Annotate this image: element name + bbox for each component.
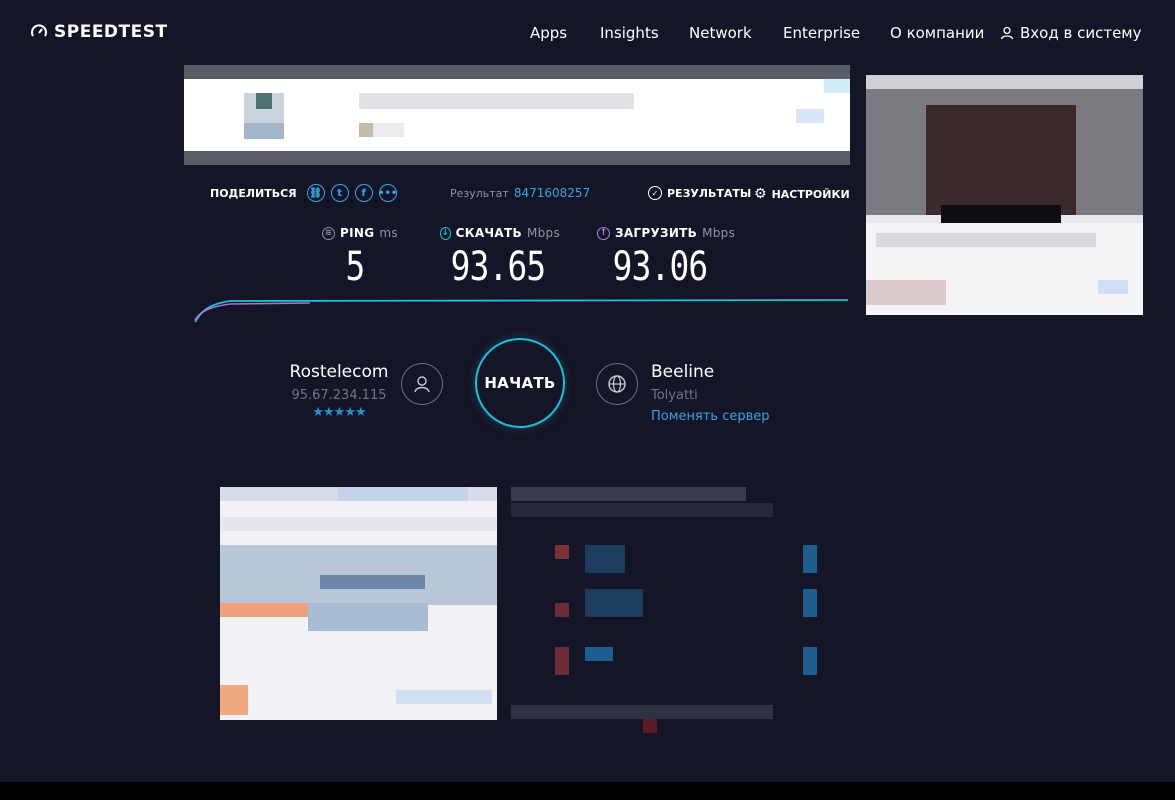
banner-ad-top[interactable] (184, 65, 850, 165)
globe-icon (596, 363, 638, 405)
speedometer-icon (31, 24, 47, 37)
settings-button[interactable]: ⚙ НАСТРОЙКИ (754, 186, 850, 202)
results-label: РЕЗУЛЬТАТЫ (667, 186, 752, 200)
user-icon (1000, 26, 1014, 40)
banner-ad-right[interactable] (866, 75, 1143, 315)
banner-ad-bottom-left[interactable] (220, 487, 497, 720)
ping-metric: ≋ PING ms 5 (322, 226, 402, 290)
speedtest-logo[interactable]: SPEEDTEST (30, 22, 168, 42)
change-server-link[interactable]: Поменять сервер (651, 409, 770, 424)
facebook-icon[interactable]: f (354, 184, 373, 202)
download-unit: Mbps (526, 226, 560, 240)
login-label: Вход в систему (1020, 24, 1142, 42)
share-bar: ПОДЕЛИТЬСЯ ⛓ t f ••• (210, 184, 397, 202)
provider-rating[interactable]: ★★★★★ (288, 405, 390, 420)
upload-arrow-icon: ↑ (597, 226, 610, 240)
nav-enterprise[interactable]: Enterprise (783, 24, 860, 42)
twitter-icon[interactable]: t (330, 184, 349, 202)
upload-unit: Mbps (702, 226, 736, 240)
upload-label: ЗАГРУЗИТЬ (615, 226, 698, 240)
more-icon[interactable]: ••• (378, 184, 397, 202)
nav-insights[interactable]: Insights (600, 24, 659, 42)
start-button[interactable]: НАЧАТЬ (475, 338, 565, 428)
download-metric: ↓ СКАЧАТЬ Mbps 93.65 (440, 226, 560, 290)
nav-network[interactable]: Network (689, 24, 752, 42)
upload-value: 93.06 (612, 244, 708, 290)
result-id: Результат 8471608257 (450, 186, 590, 200)
settings-label: НАСТРОЙКИ (771, 187, 850, 201)
download-value: 93.65 (450, 244, 546, 290)
banner-ad-bottom-right[interactable] (511, 487, 821, 735)
ping-label: PING (340, 226, 375, 240)
ping-value: 5 (345, 244, 366, 290)
provider-user-icon (401, 363, 443, 405)
gear-icon: ⚙ (754, 186, 767, 202)
results-button[interactable]: ✓ РЕЗУЛЬТАТЫ (648, 186, 751, 200)
logo-text: SPEEDTEST (54, 22, 168, 42)
result-label: Результат (450, 187, 509, 200)
provider-ip: 95.67.234.115 (291, 388, 387, 403)
speed-graph (194, 299, 849, 323)
server-name: Beeline (651, 362, 715, 382)
result-id-link[interactable]: 8471608257 (514, 186, 590, 200)
download-label: СКАЧАТЬ (455, 226, 522, 240)
upload-metric: ↑ ЗАГРУЗИТЬ Mbps 93.06 (597, 226, 737, 290)
login-link[interactable]: Вход в систему (1000, 24, 1142, 42)
download-arrow-icon: ↓ (440, 226, 451, 240)
ping-unit: ms (379, 226, 398, 240)
nav-apps[interactable]: Apps (530, 24, 567, 42)
link-icon[interactable]: ⛓ (306, 184, 325, 202)
provider-info: Rostelecom 95.67.234.115 ★★★★★ (288, 362, 390, 420)
share-label: ПОДЕЛИТЬСЯ (210, 186, 297, 200)
check-icon: ✓ (648, 186, 662, 200)
ping-icon: ≋ (322, 226, 335, 240)
provider-name: Rostelecom (289, 362, 389, 382)
nav-about[interactable]: О компании (890, 24, 984, 42)
server-city: Tolyatti (651, 388, 698, 403)
footer-bar (0, 782, 1175, 800)
server-info: Beeline Tolyatti Поменять сервер (651, 362, 770, 424)
